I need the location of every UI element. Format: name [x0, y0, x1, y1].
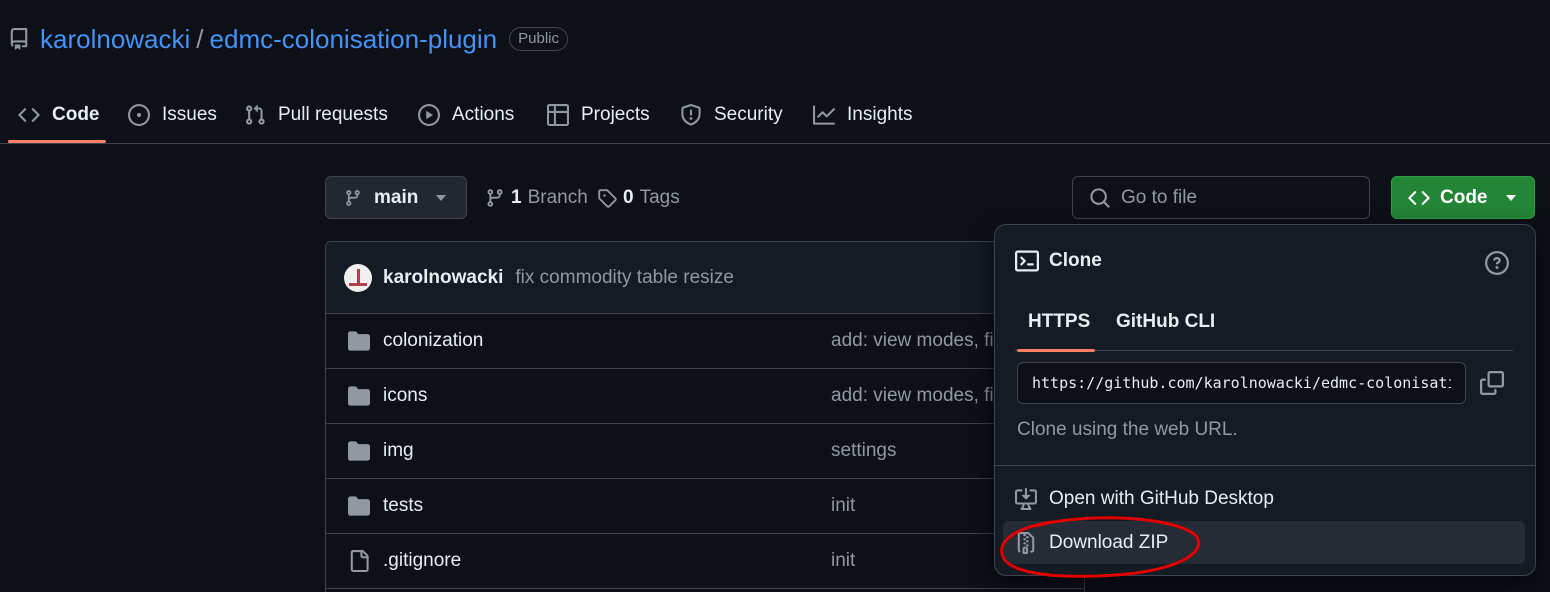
visibility-badge: Public [509, 27, 568, 51]
folder-icon [348, 441, 370, 461]
repo-separator: / [196, 23, 204, 54]
code-icon [1408, 190, 1430, 205]
play-icon [418, 103, 440, 126]
active-clone-tab-underline [1017, 349, 1095, 352]
graph-icon [813, 104, 835, 125]
file-name[interactable]: tests [383, 495, 423, 517]
tab-code-label: Code [52, 103, 100, 125]
tag-count: 0 [623, 187, 634, 208]
code-button-label: Code [1440, 186, 1488, 208]
repo-nav-tabs: Code Issues Pull requests Actions Projec… [0, 86, 1550, 144]
divider [995, 465, 1535, 466]
commit-message[interactable]: fix commodity table resize [515, 267, 734, 289]
terminal-icon [1015, 250, 1039, 272]
git-branch-icon [346, 189, 360, 206]
table-row[interactable]: tests init [326, 479, 1084, 534]
tab-actions-label: Actions [452, 103, 515, 125]
tab-code[interactable]: Code [18, 86, 100, 143]
file-icon [350, 550, 369, 572]
tag-label: Tags [639, 187, 680, 208]
tab-projects-label: Projects [581, 103, 650, 125]
file-commit-message[interactable]: init [831, 550, 855, 572]
download-zip-item[interactable]: Download ZIP [1003, 521, 1525, 564]
download-zip-label: Download ZIP [1049, 531, 1169, 553]
branch-count: 1 [511, 187, 522, 208]
issue-opened-icon [128, 103, 150, 126]
tab-pull-requests[interactable]: Pull requests [244, 86, 388, 143]
copy-icon[interactable] [1480, 371, 1504, 395]
question-icon[interactable] [1485, 251, 1509, 275]
folder-icon [348, 331, 370, 351]
open-github-desktop-item[interactable]: Open with GitHub Desktop [1003, 477, 1525, 520]
file-commit-message[interactable]: add: view modes, fix [831, 385, 1003, 407]
folder-icon [348, 386, 370, 406]
tag-icon [598, 189, 617, 208]
active-tab-underline [8, 140, 106, 143]
git-pull-request-icon [246, 104, 265, 125]
tab-insights[interactable]: Insights [813, 86, 912, 143]
table-row[interactable]: img settings [326, 424, 1084, 479]
tab-issues-label: Issues [162, 103, 217, 125]
triangle-down-icon [1505, 194, 1516, 201]
repo-icon [10, 28, 28, 50]
git-branch-icon [487, 189, 503, 207]
repo-header: karolnowacki / edmc-colonisation-plugin … [8, 22, 568, 56]
file-commit-message[interactable]: settings [831, 440, 896, 462]
tab-https[interactable]: HTTPS [1028, 311, 1090, 333]
commit-author[interactable]: karolnowacki [383, 267, 503, 289]
file-commit-message[interactable]: init [831, 495, 855, 517]
file-zip-icon [1017, 531, 1035, 554]
branch-label: Branch [527, 187, 588, 208]
tab-security-label: Security [714, 103, 783, 125]
shield-icon [681, 103, 701, 126]
code-dropdown-button[interactable]: Code [1391, 176, 1535, 219]
clone-url-input[interactable] [1032, 374, 1451, 392]
clone-title: Clone [1015, 249, 1102, 273]
clone-title-label: Clone [1049, 250, 1102, 271]
open-github-desktop-label: Open with GitHub Desktop [1049, 487, 1274, 509]
table-row[interactable]: colonization add: view modes, fix [326, 314, 1084, 369]
clone-url-field[interactable] [1017, 362, 1466, 404]
file-commit-message[interactable]: add: view modes, fix [831, 330, 1003, 352]
table-icon [547, 103, 569, 126]
tab-issues[interactable]: Issues [128, 86, 217, 143]
avatar[interactable] [344, 263, 372, 292]
code-icon [18, 107, 40, 122]
table-row[interactable]: .gitignore init [326, 534, 1084, 589]
file-name[interactable]: colonization [383, 330, 483, 352]
tab-security[interactable]: Security [680, 86, 783, 143]
desktop-download-icon [1015, 487, 1037, 510]
file-name[interactable]: icons [383, 385, 427, 407]
go-to-file-input[interactable] [1121, 186, 1341, 209]
branches-link[interactable]: 1 Branch [485, 186, 588, 210]
file-name[interactable]: .gitignore [383, 550, 461, 572]
folder-icon [348, 496, 370, 516]
clone-protocol-tabs: HTTPS GitHub CLI [1015, 297, 1513, 351]
tab-actions[interactable]: Actions [418, 86, 514, 143]
table-row[interactable]: icons add: view modes, fix [326, 369, 1084, 424]
file-table: karolnowacki fix commodity table resize … [325, 241, 1085, 592]
clone-dropdown: Clone HTTPS GitHub CLI Clone using the w… [994, 224, 1536, 576]
tab-github-cli[interactable]: GitHub CLI [1116, 311, 1215, 333]
branch-name: main [374, 186, 419, 208]
branch-selector-button[interactable]: main [325, 176, 467, 219]
triangle-down-icon [436, 194, 447, 201]
file-name[interactable]: img [383, 440, 414, 462]
tags-link[interactable]: 0 Tags [597, 186, 680, 210]
repo-owner-link[interactable]: karolnowacki [40, 24, 190, 55]
search-icon [1090, 187, 1110, 208]
go-to-file-search[interactable] [1072, 176, 1370, 219]
tab-insights-label: Insights [847, 103, 913, 125]
tab-pull-requests-label: Pull requests [278, 103, 388, 125]
latest-commit-row: karolnowacki fix commodity table resize [326, 242, 1084, 314]
tab-projects[interactable]: Projects [547, 86, 650, 143]
clone-hint: Clone using the web URL. [1017, 419, 1238, 440]
repo-name-link[interactable]: edmc-colonisation-plugin [210, 24, 498, 55]
